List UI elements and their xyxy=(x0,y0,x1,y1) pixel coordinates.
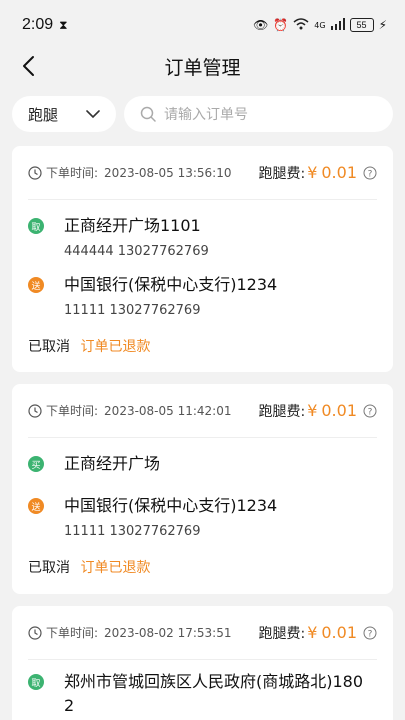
pickup-badge: 取 xyxy=(28,674,44,690)
fee: 跑腿费: ¥ 0.01 ? xyxy=(258,401,377,421)
fee-currency: ¥ xyxy=(307,401,318,420)
pickup-contact: 444444 13027762769 xyxy=(64,244,209,259)
help-icon[interactable]: ? xyxy=(363,404,377,418)
alarm-icon: ⏰ xyxy=(273,18,289,32)
order-header: 下单时间: 2023-08-05 13:56:10 跑腿费: ¥ 0.01 ? xyxy=(28,146,377,200)
order-header: 下单时间: 2023-08-02 17:53:51 跑腿费: ¥ 0.01 ? xyxy=(28,606,377,660)
delivery-stop: 送 中国银行(保税中心支行)1234 11111 13027762769 xyxy=(28,494,377,539)
fee-currency: ¥ xyxy=(307,163,318,182)
order-status: 已取消 订单已退款 xyxy=(28,557,377,595)
search-icon xyxy=(140,106,156,122)
refund-text: 订单已退款 xyxy=(80,560,151,576)
pickup-stop: 取 正商经开广场1101 444444 13027762769 xyxy=(28,214,377,259)
help-icon[interactable]: ? xyxy=(363,166,377,180)
clock-icon xyxy=(28,165,42,180)
fee-value: 0.01 xyxy=(321,401,357,420)
delivery-contact: 11111 13027762769 xyxy=(64,303,201,318)
pickup-address: 正商经开广场 xyxy=(64,454,161,473)
order-header: 下单时间: 2023-08-05 11:42:01 跑腿费: ¥ 0.01 ? xyxy=(28,384,377,438)
pickup-address: 正商经开广场1101 xyxy=(64,216,201,235)
chevron-down-icon xyxy=(86,109,100,118)
order-status: 已取消 订单已退款 xyxy=(28,336,377,374)
nav-bar: 订单管理 xyxy=(0,44,405,88)
order-card[interactable]: 下单时间: 2023-08-02 17:53:51 跑腿费: ¥ 0.01 ? … xyxy=(12,606,393,720)
status-text: 已取消 xyxy=(28,560,70,576)
wifi-icon xyxy=(293,17,309,33)
status-time: 2:09 xyxy=(22,16,54,33)
battery-icon: 55 xyxy=(349,18,374,32)
charging-icon: ⚡ xyxy=(378,18,387,32)
fee-currency: ¥ xyxy=(307,623,318,642)
eye-icon: 👁 xyxy=(253,18,269,32)
battery-level: 55 xyxy=(356,20,367,30)
network-label: 4G xyxy=(314,20,326,30)
order-time: 2023-08-02 17:53:51 xyxy=(104,625,232,640)
order-time-label: 下单时间: xyxy=(46,626,99,640)
pickup-stop: 取 郑州市管城回族区人民政府(商城路北)1802 xyxy=(28,670,377,718)
delivery-address: 中国银行(保税中心支行)1234 xyxy=(64,496,278,515)
search-input[interactable]: 请输入订单号 xyxy=(124,96,393,132)
refund-text: 订单已退款 xyxy=(80,339,151,355)
pickup-address: 郑州市管城回族区人民政府(商城路北)1802 xyxy=(64,672,364,715)
order-time: 2023-08-05 13:56:10 xyxy=(104,165,232,180)
pickup-badge: 买 xyxy=(28,456,44,472)
fee: 跑腿费: ¥ 0.01 ? xyxy=(258,163,377,183)
filter-row: 跑腿 请输入订单号 xyxy=(12,96,393,132)
delivery-badge: 送 xyxy=(28,498,44,514)
status-bar: 2:09 ⧗ 👁 ⏰ 4G 55 ⚡ xyxy=(0,0,405,50)
type-select[interactable]: 跑腿 xyxy=(12,96,116,132)
svg-text:?: ? xyxy=(368,629,373,639)
fee-label: 跑腿费: xyxy=(258,165,306,182)
order-card[interactable]: 下单时间: 2023-08-05 13:56:10 跑腿费: ¥ 0.01 ? … xyxy=(12,146,393,372)
status-text: 已取消 xyxy=(28,339,70,355)
pickup-stop: 买 正商经开广场 xyxy=(28,452,377,476)
fee-value: 0.01 xyxy=(321,623,357,642)
svg-text:?: ? xyxy=(368,169,373,179)
order-time-label: 下单时间: xyxy=(46,166,99,180)
clock-icon xyxy=(28,403,42,418)
hourglass-icon: ⧗ xyxy=(59,17,68,32)
clock-icon xyxy=(28,625,42,640)
chevron-left-icon xyxy=(23,56,34,76)
search-placeholder: 请输入订单号 xyxy=(164,107,248,123)
delivery-badge: 送 xyxy=(28,277,44,293)
status-icons: 👁 ⏰ 4G 55 ⚡ xyxy=(253,17,387,33)
fee-label: 跑腿费: xyxy=(258,403,306,420)
delivery-stop: 送 中国银行(保税中心支行)1234 11111 13027762769 xyxy=(28,273,377,318)
order-time-label: 下单时间: xyxy=(46,404,99,418)
signal-icon xyxy=(330,17,345,33)
page-title: 订单管理 xyxy=(164,56,241,79)
type-select-value: 跑腿 xyxy=(28,105,59,124)
pickup-badge: 取 xyxy=(28,218,44,234)
order-time: 2023-08-05 11:42:01 xyxy=(104,403,232,418)
delivery-contact: 11111 13027762769 xyxy=(64,524,201,539)
fee: 跑腿费: ¥ 0.01 ? xyxy=(258,623,377,643)
delivery-address: 中国银行(保税中心支行)1234 xyxy=(64,275,278,294)
fee-value: 0.01 xyxy=(321,163,357,182)
svg-text:?: ? xyxy=(368,407,373,417)
fee-label: 跑腿费: xyxy=(258,625,306,642)
help-icon[interactable]: ? xyxy=(363,626,377,640)
order-card[interactable]: 下单时间: 2023-08-05 11:42:01 跑腿费: ¥ 0.01 ? … xyxy=(12,384,393,594)
back-button[interactable] xyxy=(14,52,42,80)
